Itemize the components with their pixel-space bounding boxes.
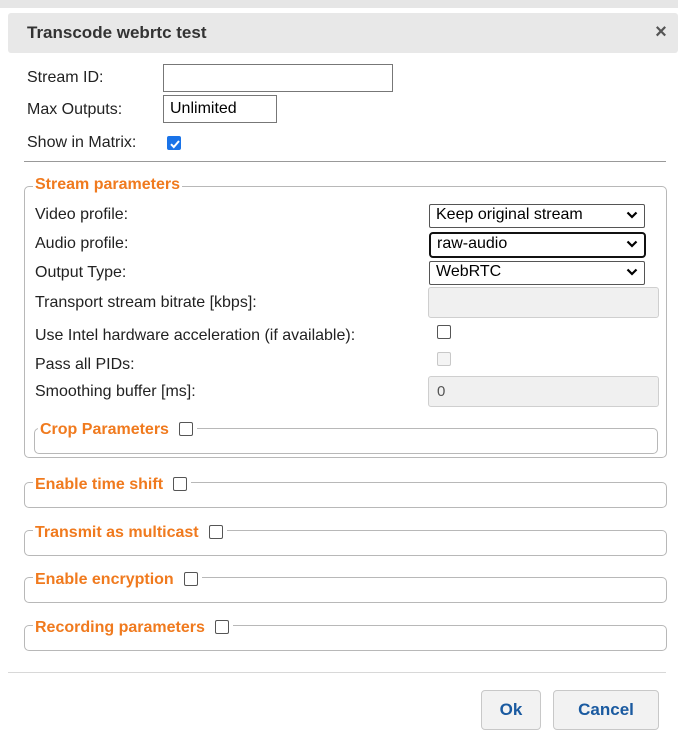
recording-checkbox[interactable] [215, 620, 230, 634]
background-window-strip [0, 0, 678, 8]
recording-legend: Recording parameters [33, 618, 234, 637]
chevron-down-icon [626, 268, 638, 276]
ts-bitrate-input[interactable] [428, 287, 659, 318]
output-type-value: WebRTC [436, 263, 502, 280]
encryption-label: Enable encryption [35, 571, 174, 588]
encryption-checkbox[interactable] [184, 572, 199, 586]
smoothing-buffer-value: 0 [437, 383, 446, 400]
checkmark-icon [170, 140, 180, 149]
video-profile-select[interactable]: Keep original stream [429, 204, 645, 228]
output-type-select[interactable]: WebRTC [429, 261, 645, 285]
dialog-title: Transcode webrtc test [27, 23, 207, 42]
stream-parameters-legend: Stream parameters [33, 176, 182, 194]
output-type-label: Output Type: [35, 264, 127, 281]
max-outputs-label: Max Outputs: [27, 101, 123, 118]
show-in-matrix-label: Show in Matrix: [27, 134, 137, 151]
intel-accel-checkbox[interactable] [437, 325, 451, 339]
time-shift-legend: Enable time shift [33, 475, 192, 494]
stream-id-label: Stream ID: [27, 69, 104, 86]
cancel-button[interactable]: Cancel [553, 690, 659, 730]
smoothing-buffer-input[interactable]: 0 [428, 376, 659, 407]
footer-divider [8, 672, 666, 673]
time-shift-label: Enable time shift [35, 476, 164, 493]
intel-accel-label: Use Intel hardware acceleration (if avai… [35, 327, 356, 344]
multicast-label: Transmit as multicast [35, 524, 199, 541]
chevron-down-icon [626, 240, 638, 248]
pass-all-pids-label: Pass all PIDs: [35, 356, 135, 373]
max-outputs-input[interactable] [163, 95, 277, 123]
crop-parameters-label: Crop Parameters [40, 421, 169, 438]
recording-label: Recording parameters [35, 619, 205, 636]
crop-parameters-checkbox[interactable] [179, 422, 194, 436]
chevron-down-icon [626, 211, 638, 219]
multicast-legend: Transmit as multicast [33, 523, 228, 542]
audio-profile-select[interactable]: raw-audio [429, 232, 646, 258]
ok-button[interactable]: Ok [481, 690, 541, 730]
smoothing-buffer-label: Smoothing buffer [ms]: [35, 383, 196, 400]
ts-bitrate-label: Transport stream bitrate [kbps]: [35, 294, 257, 311]
pass-all-pids-checkbox[interactable] [437, 352, 451, 366]
video-profile-value: Keep original stream [436, 206, 583, 223]
time-shift-checkbox[interactable] [173, 477, 188, 491]
crop-parameters-legend: Crop Parameters [38, 420, 198, 439]
audio-profile-label: Audio profile: [35, 235, 129, 252]
video-profile-label: Video profile: [35, 206, 129, 223]
close-icon[interactable]: × [652, 22, 670, 42]
multicast-checkbox[interactable] [209, 525, 224, 539]
dialog-titlebar: Transcode webrtc test × [8, 13, 678, 53]
audio-profile-value: raw-audio [437, 235, 508, 252]
encryption-legend: Enable encryption [33, 570, 203, 589]
show-in-matrix-checkbox[interactable] [167, 136, 181, 150]
separator-line [24, 161, 666, 162]
stream-id-input[interactable] [163, 64, 393, 92]
